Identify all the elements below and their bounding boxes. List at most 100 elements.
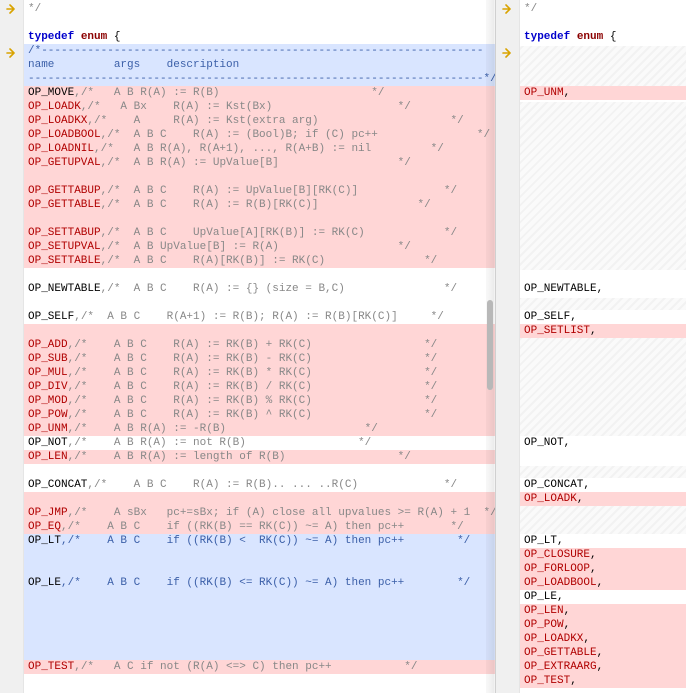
code-line: OP_MOD,/* A B C R(A) := RK(B) % RK(C) */ xyxy=(24,394,495,408)
code-line xyxy=(24,632,495,646)
left-scroll-thumb[interactable] xyxy=(487,300,493,390)
code-line: name args description xyxy=(24,58,495,72)
code-line xyxy=(520,352,686,366)
marker-arrow-icon xyxy=(500,2,516,16)
code-line: OP_GETTABLE,/* A B C R(A) := R(B)[RK(C)]… xyxy=(24,198,495,212)
code-line: OP_SETLIST, xyxy=(520,324,686,338)
code-line: OP_ADD,/* A B C R(A) := RK(B) + RK(C) */ xyxy=(24,338,495,352)
code-line: OP_CONCAT,/* A B C R(A) := R(B).. ... ..… xyxy=(24,478,495,492)
code-line: OP_EXTRAARG, xyxy=(520,660,686,674)
code-line xyxy=(24,296,495,310)
code-line: OP_NEWTABLE,/* A B C R(A) := {} (size = … xyxy=(24,282,495,296)
right-gutter xyxy=(496,0,520,693)
code-line: OP_LOADK,/* A Bx R(A) := Kst(Bx) */ xyxy=(24,100,495,114)
code-line xyxy=(24,268,495,282)
code-line: ----------------------------------------… xyxy=(24,72,495,86)
code-line: OP_NEWTABLE, xyxy=(520,282,686,296)
left-scrollbar[interactable] xyxy=(486,0,494,693)
code-line: */ xyxy=(24,2,495,16)
code-line xyxy=(520,268,686,282)
code-line xyxy=(24,170,495,184)
code-line xyxy=(24,324,495,338)
code-line: OP_LOADBOOL,/* A B C R(A) := (Bool)B; if… xyxy=(24,128,495,142)
code-line: OP_EQ,/* A B C if ((RK(B) == RK(C)) ~= A… xyxy=(24,520,495,534)
code-line xyxy=(24,16,495,30)
left-gutter xyxy=(0,0,24,693)
code-line xyxy=(520,464,686,478)
code-line xyxy=(24,646,495,660)
code-line: OP_LOADNIL,/* A B R(A), R(A+1), ..., R(A… xyxy=(24,142,495,156)
code-line xyxy=(520,212,686,226)
code-line xyxy=(24,212,495,226)
code-line xyxy=(24,492,495,506)
code-line: OP_FORLOOP, xyxy=(520,562,686,576)
code-line: OP_JMP,/* A sBx pc+=sBx; if (A) close al… xyxy=(24,506,495,520)
code-line: OP_SELF,/* A B C R(A+1) := R(B); R(A) :=… xyxy=(24,310,495,324)
code-line xyxy=(520,394,686,408)
code-line xyxy=(24,548,495,562)
code-line: OP_LOADKX,/* A R(A) := Kst(extra arg) */ xyxy=(24,114,495,128)
code-line xyxy=(520,100,686,114)
code-line xyxy=(520,366,686,380)
code-line xyxy=(24,562,495,576)
code-line: typedef enum { xyxy=(520,30,686,44)
code-line xyxy=(520,128,686,142)
code-line xyxy=(520,422,686,436)
code-line: OP_NOT,/* A B R(A) := not R(B) */ xyxy=(24,436,495,450)
left-diff-pane[interactable]: */ typedef enum {/*----------------------… xyxy=(0,0,496,693)
code-line xyxy=(520,408,686,422)
code-line xyxy=(520,380,686,394)
marker-arrow-icon xyxy=(4,2,20,16)
code-line: OP_CLOSURE, xyxy=(520,548,686,562)
code-line: OP_UNM, xyxy=(520,86,686,100)
code-line xyxy=(520,338,686,352)
code-line xyxy=(520,58,686,72)
code-line: OP_DIV,/* A B C R(A) := RK(B) / RK(C) */ xyxy=(24,380,495,394)
left-code: */ typedef enum {/*----------------------… xyxy=(24,0,495,674)
code-line: OP_SELF, xyxy=(520,310,686,324)
right-diff-pane[interactable]: */ typedef enum { OP_UNM, OP_NEWTABLE, OP_SE… xyxy=(496,0,686,693)
code-line xyxy=(520,184,686,198)
code-line xyxy=(520,170,686,184)
right-code: */ typedef enum { OP_UNM, OP_NEWTABLE, OP_SE… xyxy=(520,0,686,688)
marker-arrow-icon xyxy=(500,46,516,60)
code-line: OP_CONCAT, xyxy=(520,478,686,492)
code-line xyxy=(520,16,686,30)
code-line: /*--------------------------------------… xyxy=(24,44,495,58)
code-line: OP_MUL,/* A B C R(A) := RK(B) * RK(C) */ xyxy=(24,366,495,380)
code-line: OP_LEN,/* A B R(A) := length of R(B) */ xyxy=(24,450,495,464)
code-line: OP_LT,/* A B C if ((RK(B) < RK(C)) ~= A)… xyxy=(24,534,495,548)
code-line xyxy=(520,198,686,212)
code-line: OP_SETTABUP,/* A B C UpValue[A][RK(B)] :… xyxy=(24,226,495,240)
code-line: OP_MOVE,/* A B R(A) := R(B) */ xyxy=(24,86,495,100)
code-line: OP_LE, xyxy=(520,590,686,604)
code-line: OP_SETTABLE,/* A B C R(A)[RK(B)] := RK(C… xyxy=(24,254,495,268)
code-line xyxy=(520,226,686,240)
code-line: OP_TEST, xyxy=(520,674,686,688)
code-line: OP_NOT, xyxy=(520,436,686,450)
code-line xyxy=(520,156,686,170)
code-line xyxy=(520,520,686,534)
code-line: OP_TEST,/* A C if not (R(A) <=> C) then … xyxy=(24,660,495,674)
code-line: OP_UNM,/* A B R(A) := -R(B) */ xyxy=(24,422,495,436)
code-line: OP_GETUPVAL,/* A B R(A) := UpValue[B] */ xyxy=(24,156,495,170)
code-line: OP_SETUPVAL,/* A B UpValue[B] := R(A) */ xyxy=(24,240,495,254)
code-line: OP_LE,/* A B C if ((RK(B) <= RK(C)) ~= A… xyxy=(24,576,495,590)
code-line xyxy=(520,44,686,58)
code-line: */ xyxy=(520,2,686,16)
code-line: OP_GETTABUP,/* A B C R(A) := UpValue[B][… xyxy=(24,184,495,198)
code-line xyxy=(520,296,686,310)
code-line xyxy=(520,114,686,128)
marker-arrow-icon xyxy=(4,46,20,60)
code-line: typedef enum { xyxy=(24,30,495,44)
code-line xyxy=(520,254,686,268)
code-line: OP_LEN, xyxy=(520,604,686,618)
code-line: OP_POW,/* A B C R(A) := RK(B) ^ RK(C) */ xyxy=(24,408,495,422)
code-line: OP_LOADKX, xyxy=(520,632,686,646)
code-line xyxy=(24,590,495,604)
code-line: OP_LT, xyxy=(520,534,686,548)
code-line xyxy=(520,240,686,254)
code-line: OP_SUB,/* A B C R(A) := RK(B) - RK(C) */ xyxy=(24,352,495,366)
code-line: OP_LOADK, xyxy=(520,492,686,506)
code-line xyxy=(24,464,495,478)
